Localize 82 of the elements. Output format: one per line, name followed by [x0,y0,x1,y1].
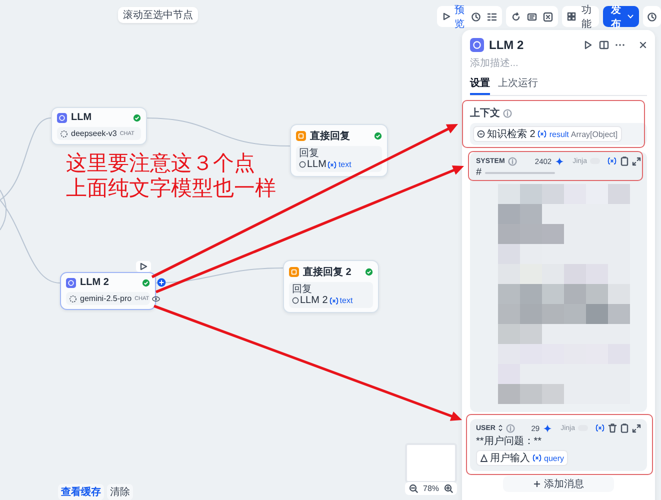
variable-icon [532,454,542,462]
model-icon [60,130,68,138]
node-ref-icon [299,161,306,168]
model-name: deepseek-v3 [71,129,117,138]
llm-node-icon [66,278,76,288]
add-message-button[interactable]: 添加消息 [503,476,614,492]
annotation-text: 这里要注意这３个点 [66,151,256,176]
workflow-node[interactable]: 直接回复 回复 LLM text [290,124,388,177]
expand-icon[interactable] [632,424,641,432]
variable-icon [328,296,339,304]
variable-name: query [544,454,564,462]
refresh-icon[interactable] [510,12,521,22]
model-icon [69,294,77,302]
context-variable-field[interactable]: 知识检索 2 result Array[Object] [470,123,647,145]
sparkle-icon[interactable] [554,156,564,166]
variable-box-icon[interactable] [542,12,553,22]
panel-title: LLM 2 [489,38,525,52]
variable-icon [327,160,338,168]
variable-source: 用户输入 [490,452,530,465]
checklist-icon[interactable] [486,12,497,22]
blurred-text-line [484,172,555,174]
reply-node-icon [296,131,306,141]
info-icon [508,156,517,166]
eye-icon [152,296,160,302]
add-node-handle-icon[interactable] [157,278,166,287]
split-panel-icon[interactable] [599,40,609,50]
llm-node-icon [57,112,67,122]
node-title: LLM [71,112,93,123]
node-title: LLM 2 [80,277,110,288]
workflow-node[interactable]: 直接回复 2 回复 LLM 2 text [283,260,379,313]
tab[interactable]: 设置 [470,76,490,95]
node-title: 直接回复 [310,130,351,143]
tab[interactable]: 上次运行 [498,76,538,95]
variable-name: text [340,296,353,305]
clock-icon [647,12,657,22]
more-icon[interactable] [615,43,625,47]
sparkle-icon[interactable] [542,424,552,432]
field-label: 回复 [292,284,313,295]
variable-name: result [549,130,569,138]
model-name: gemini-2.5-pro [80,294,132,303]
variable-source: 知识检索 2 [487,128,536,141]
trash-icon[interactable] [608,423,617,433]
updown-caret-icon[interactable] [498,424,504,432]
expand-icon[interactable] [632,156,641,166]
close-icon[interactable] [639,41,647,49]
variable-icon [537,130,548,138]
clipboard-icon[interactable] [620,156,629,166]
section-label: 上下文 [470,106,500,120]
grid-icon [566,12,576,21]
caret-icon [627,14,634,19]
clipboard-icon[interactable] [620,423,629,433]
preview-button[interactable]: 预览 [442,2,465,30]
variable-name: text [338,160,352,169]
features-button[interactable]: 功能 [562,6,600,27]
clear-button[interactable]: 清除 [107,484,133,500]
field-label: 回复 [299,148,320,159]
insert-variable-icon[interactable] [595,424,605,432]
history-button[interactable] [643,6,661,27]
plus-icon [533,480,541,488]
variable-source: LLM [307,159,326,170]
prompt-text: **用户问题：** [476,434,542,448]
reply-node-icon [289,267,299,277]
zoom-in-icon[interactable] [444,484,454,493]
insert-variable-icon[interactable] [607,157,617,165]
view-cache-button[interactable]: 查看缓存 [58,484,104,500]
llm-node-icon [470,38,484,52]
info-icon [503,108,512,118]
description-field[interactable]: 添加描述... [470,58,590,69]
node-title: 直接回复 2 [303,266,352,279]
info-icon [506,424,516,432]
annotation-text: 上面纯文字模型也一样 [66,176,276,201]
variable-type: Array[Object] [570,130,618,138]
publish-button[interactable]: 发布 [603,6,639,27]
play-icon[interactable] [583,40,593,50]
zoom-out-icon[interactable] [409,484,418,493]
play-icon [442,12,451,21]
scroll-to-node-button[interactable]: 滚动至选中节点 [118,7,198,23]
zoom-level: 78% [423,484,440,493]
variable-source: LLM 2 [300,295,328,306]
play-icon[interactable] [139,262,148,271]
prompt-text: # [476,167,482,178]
node-ref-icon [292,297,299,304]
